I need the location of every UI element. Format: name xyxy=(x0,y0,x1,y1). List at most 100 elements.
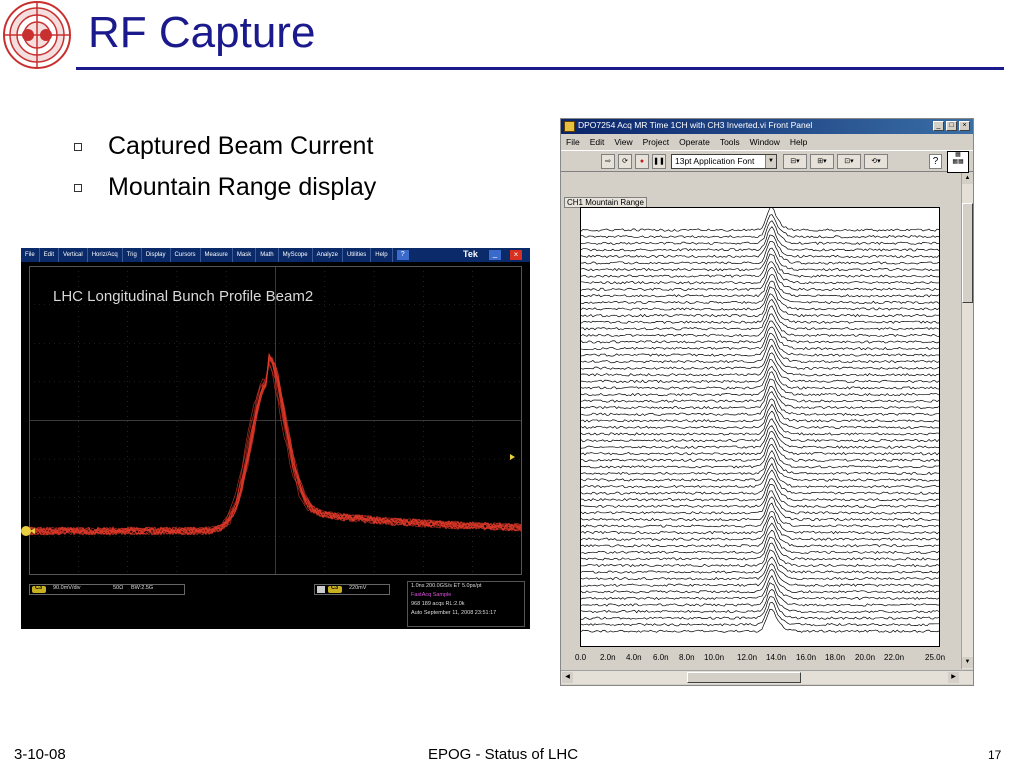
acq-line-count: 968 189 acqs RL:2.0k xyxy=(411,601,465,607)
resize-objects-icon[interactable]: ⊡▾ xyxy=(837,154,861,169)
reorder-icon[interactable]: ⟲▾ xyxy=(864,154,888,169)
oscilloscope-screenshot: File Edit Vertical Horiz/Acq Trig Displa… xyxy=(21,248,530,629)
lv-menu-project[interactable]: Project xyxy=(638,135,674,149)
lv-front-panel: CH1 Mountain Range 0.0 2.0n 4.0n 6.0n 8.… xyxy=(561,173,961,669)
lv-menu-tools[interactable]: Tools xyxy=(715,135,745,149)
horizontal-scrollbar[interactable]: ◀ ▶ xyxy=(561,670,973,684)
scope-menu-help[interactable]: Help xyxy=(371,248,393,262)
x-tick-label: 4.0n xyxy=(626,653,642,662)
scope-menu-math[interactable]: Math xyxy=(256,248,279,262)
run-arrow-icon[interactable]: ⇨ xyxy=(601,154,615,169)
minimize-icon[interactable]: _ xyxy=(489,250,501,260)
bullet-list: Captured Beam Current Mountain Range dis… xyxy=(74,126,376,208)
x-tick-label: 0.0 xyxy=(575,653,587,662)
scope-help-icon[interactable]: ? xyxy=(396,250,409,260)
lv-titlebar: DPO7254 Acq MR Time 1CH with CH3 Inverte… xyxy=(561,119,973,134)
x-tick-label: 2.0n xyxy=(600,653,616,662)
distribute-objects-icon[interactable]: ⊞▾ xyxy=(810,154,834,169)
lv-menu-window[interactable]: Window xyxy=(745,135,785,149)
scroll-right-icon[interactable]: ▶ xyxy=(948,672,959,683)
lv-menu-edit[interactable]: Edit xyxy=(585,135,610,149)
font-select[interactable]: 13pt Application Font ▼ xyxy=(671,154,777,169)
lv-window-title: DPO7254 Acq MR Time 1CH with CH3 Inverte… xyxy=(578,120,813,130)
maximize-icon[interactable]: □ xyxy=(946,121,957,131)
lv-menu-file[interactable]: File xyxy=(561,135,585,149)
title-divider xyxy=(76,67,1004,70)
footer-page-number: 17 xyxy=(988,748,1002,762)
abort-stop-icon[interactable]: ● xyxy=(635,154,649,169)
scroll-down-icon[interactable]: ▼ xyxy=(962,657,973,668)
x-tick-label: 6.0n xyxy=(653,653,669,662)
lv-toolbar: ⇨ ⟳ ● ❚❚ 13pt Application Font ▼ ⊟▾ ⊞▾ ⊡… xyxy=(561,150,973,173)
x-tick-label: 16.0n xyxy=(796,653,817,662)
x-tick-label: 14.0n xyxy=(766,653,787,662)
bullet-text: Captured Beam Current xyxy=(108,132,374,160)
vi-icon: ▦ ▦▦ xyxy=(947,151,969,173)
x-tick-label: 25.0n xyxy=(925,653,946,662)
x-tick-label: 18.0n xyxy=(825,653,846,662)
cern-logo xyxy=(3,1,71,69)
labview-app-icon xyxy=(564,121,575,132)
scroll-left-icon[interactable]: ◀ xyxy=(562,672,573,683)
minimize-icon[interactable]: _ xyxy=(933,121,944,131)
scope-plot-title: LHC Longitudinal Bunch Profile Beam2 xyxy=(53,288,314,305)
scope-menu-measure[interactable]: Measure xyxy=(201,248,233,262)
acq-line-date: Auto September 11, 2008 23:51:17 xyxy=(411,610,497,616)
bullet-item: Captured Beam Current xyxy=(74,126,376,167)
acq-line-mode: FastAcq Sample xyxy=(411,592,452,598)
bullet-square-icon xyxy=(74,142,82,151)
vertical-scrollbar[interactable]: ▲ ▼ xyxy=(961,173,973,669)
scope-menu-trig[interactable]: Trig xyxy=(123,248,142,262)
lv-menu-help[interactable]: Help xyxy=(785,135,812,149)
channel-badge: C3 xyxy=(35,585,43,591)
scope-menu-mask[interactable]: Mask xyxy=(233,248,257,262)
scroll-up-icon[interactable]: ▲ xyxy=(962,173,973,184)
x-tick-label: 8.0n xyxy=(679,653,695,662)
bullet-item: Mountain Range display xyxy=(74,167,376,208)
lv-menubar: File Edit View Project Operate Tools Win… xyxy=(561,135,973,149)
x-tick-label: 22.0n xyxy=(884,653,905,662)
x-tick-label: 20.0n xyxy=(855,653,876,662)
vertical-scroll-thumb[interactable] xyxy=(962,203,973,303)
bullet-text: Mountain Range display xyxy=(108,173,377,201)
scope-menu-horiz-acq[interactable]: Horiz/Acq xyxy=(88,248,123,262)
scope-waveform-display xyxy=(29,266,522,575)
scope-menu-display[interactable]: Display xyxy=(142,248,171,262)
scope-menu-edit[interactable]: Edit xyxy=(40,248,60,262)
slide-title: RF Capture xyxy=(88,8,316,57)
labview-window: DPO7254 Acq MR Time 1CH with CH3 Inverte… xyxy=(560,118,974,686)
scope-menu-utilities[interactable]: Utilities xyxy=(343,248,372,262)
context-help-icon[interactable]: ? xyxy=(929,154,942,169)
scope-menu-file[interactable]: File xyxy=(21,248,40,262)
chevron-down-icon: ▼ xyxy=(765,155,776,168)
font-select-value: 13pt Application Font xyxy=(675,156,755,166)
scope-menubar: File Edit Vertical Horiz/Acq Trig Displa… xyxy=(21,248,530,262)
pause-icon[interactable]: ❚❚ xyxy=(652,154,666,169)
channel-bandwidth: BW:2.5G xyxy=(131,585,154,591)
footer-date: 3-10-08 xyxy=(14,746,66,763)
mountain-range-graph xyxy=(580,207,940,647)
lv-menu-view[interactable]: View xyxy=(609,135,637,149)
align-objects-icon[interactable]: ⊟▾ xyxy=(783,154,807,169)
bullet-square-icon xyxy=(74,183,82,192)
acquisition-readout: 1.0ns 200.0GS/s ET 5.0ps/pt FastAcq Samp… xyxy=(407,581,525,627)
scope-menu-vertical[interactable]: Vertical xyxy=(59,248,88,262)
x-tick-label: 12.0n xyxy=(737,653,758,662)
close-icon[interactable]: × xyxy=(959,121,970,131)
trigger-badge: C3 xyxy=(331,585,339,591)
scope-menu-cursors[interactable]: Cursors xyxy=(171,248,201,262)
lv-menu-operate[interactable]: Operate xyxy=(674,135,715,149)
channel-impedance: 50Ω xyxy=(113,585,124,591)
channel-ground-marker-icon xyxy=(21,526,35,536)
trigger-level: 220mV xyxy=(349,585,367,591)
scope-menu-analyze[interactable]: Analyze xyxy=(313,248,343,262)
horizontal-scroll-thumb[interactable] xyxy=(687,672,801,683)
x-tick-label: 10.0n xyxy=(704,653,725,662)
close-icon[interactable]: × xyxy=(510,250,522,260)
scope-menu-myscope[interactable]: MyScope xyxy=(279,248,313,262)
scope-brand: Tek xyxy=(463,249,478,259)
run-continuously-icon[interactable]: ⟳ xyxy=(618,154,632,169)
footer-center-text: EPOG - Status of LHC xyxy=(428,746,579,763)
channel-scale: 90.0mV/div xyxy=(53,585,81,591)
acq-line-timebase: 1.0ns 200.0GS/s ET 5.0ps/pt xyxy=(411,583,482,589)
